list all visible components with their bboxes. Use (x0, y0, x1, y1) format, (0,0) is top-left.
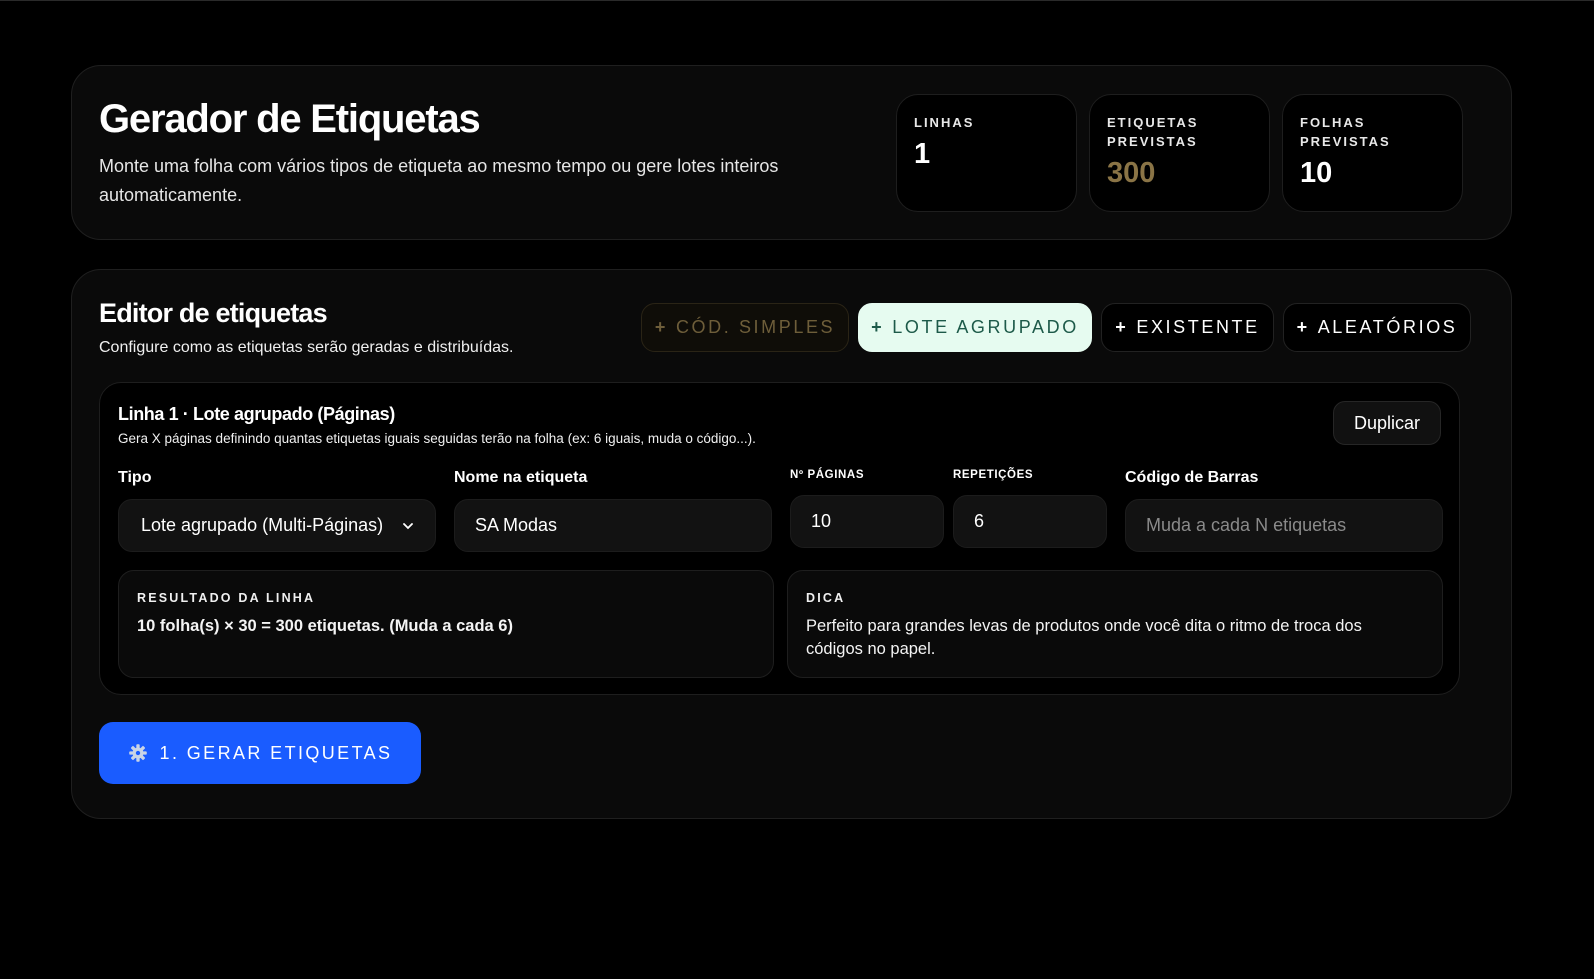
chevron-down-icon (403, 522, 413, 529)
stat-folhas-previstas: FOLHAS PREVISTAS 10 (1282, 94, 1463, 212)
plus-icon: + (1296, 317, 1310, 337)
editor-card: Editor de etiquetas Configure como as et… (71, 269, 1512, 819)
tipo-select[interactable]: Lote agrupado (Multi-Páginas) (118, 499, 436, 552)
plus-icon: + (1115, 317, 1129, 337)
stat-value: 10 (1300, 157, 1333, 189)
stat-value: 300 (1107, 157, 1156, 189)
page-title: Gerador de Etiquetas (99, 97, 481, 141)
button-label: LOTE AGRUPADO (892, 317, 1079, 337)
line-description: Gera X páginas definindo quantas etiquet… (118, 431, 756, 446)
tip-label: DICA (806, 591, 846, 605)
tip-box: DICA Perfeito para grandes levas de prod… (787, 570, 1443, 678)
page-subtitle: Monte uma folha com vários tipos de etiq… (99, 156, 779, 205)
nome-label: Nome na etiqueta (454, 469, 588, 486)
plus-icon: + (871, 317, 885, 337)
button-label: ALEATÓRIOS (1317, 317, 1458, 337)
result-label: RESULTADO DA LINHA (137, 591, 316, 605)
line-item: Linha 1 · Lote agrupado (Páginas) Gera X… (99, 382, 1460, 695)
result-text: 10 folha(s) × 30 = 300 etiquetas. (Muda … (137, 617, 513, 635)
add-existing-button[interactable]: + EXISTENTE (1101, 303, 1274, 352)
stat-label: ETIQUETAS PREVISTAS (1107, 115, 1199, 149)
tipo-selected-value: Lote agrupado (Multi-Páginas) (141, 515, 384, 535)
gear-icon (128, 744, 147, 762)
add-simple-code-button[interactable]: + CÓD. SIMPLES (641, 303, 849, 352)
add-grouped-batch-button[interactable]: + LOTE AGRUPADO (858, 303, 1092, 352)
header-card: Gerador de Etiquetas Monte uma folha com… (71, 65, 1512, 240)
stat-label: LINHAS (914, 115, 975, 130)
button-label: CÓD. SIMPLES (675, 317, 836, 337)
stat-linhas: LINHAS 1 (896, 94, 1077, 212)
duplicate-button[interactable]: Duplicar (1333, 401, 1441, 445)
button-label: 1. GERAR ETIQUETAS (159, 742, 393, 763)
paginas-input[interactable] (790, 495, 944, 548)
repeticoes-input[interactable] (953, 495, 1107, 548)
stat-etiquetas-previstas: ETIQUETAS PREVISTAS 300 (1089, 94, 1270, 212)
stat-label: FOLHAS PREVISTAS (1300, 115, 1391, 149)
plus-icon: + (654, 317, 668, 337)
nome-input[interactable] (454, 499, 772, 552)
stat-value: 1 (914, 138, 931, 170)
add-random-button[interactable]: + ALEATÓRIOS (1283, 303, 1471, 352)
line-title: Linha 1 · Lote agrupado (Páginas) (118, 404, 395, 424)
codigo-input[interactable] (1125, 499, 1443, 552)
paginas-label: Nº PÁGINAS (790, 469, 865, 481)
editor-subtitle: Configure como as etiquetas serão gerada… (99, 339, 514, 356)
tip-text: Perfeito para grandes levas de produtos … (806, 617, 1362, 658)
repeticoes-label: REPETIÇÕES (953, 469, 1034, 481)
codigo-label: Código de Barras (1125, 469, 1259, 486)
button-label: EXISTENTE (1136, 317, 1260, 337)
tipo-label: Tipo (118, 469, 152, 486)
editor-title: Editor de etiquetas (99, 298, 328, 328)
generate-labels-button[interactable]: 1. GERAR ETIQUETAS (99, 722, 421, 784)
result-box: RESULTADO DA LINHA 10 folha(s) × 30 = 30… (118, 570, 774, 678)
